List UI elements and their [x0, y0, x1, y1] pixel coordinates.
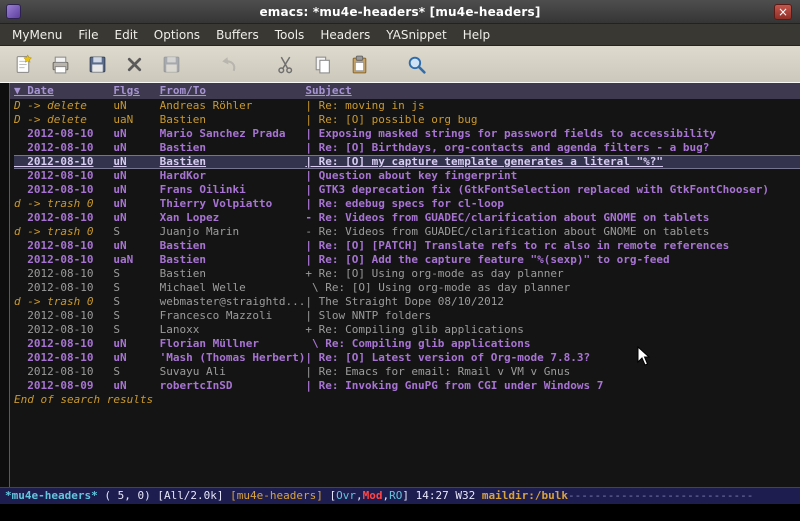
print-icon[interactable] [47, 51, 74, 78]
menu-item-help[interactable]: Help [455, 26, 498, 44]
menu-item-buffers[interactable]: Buffers [208, 26, 267, 44]
column-header-date[interactable]: ▼ Date [14, 84, 113, 98]
message-row[interactable]: D -> deleteuNAndreas Röhler| Re: moving … [14, 99, 800, 113]
message-row[interactable]: 2012-08-10SFrancesco Mazzoli| Slow NNTP … [14, 309, 800, 323]
buffer-area: ▼ Date Flgs From/To Subject D -> deleteu… [0, 83, 800, 487]
mode-line: *mu4e-headers* ( 5, 0) [All/2.0k] [mu4e-… [0, 487, 800, 504]
new-file-icon[interactable] [10, 51, 37, 78]
menu-item-yasnippet[interactable]: YASnippet [378, 26, 455, 44]
message-row[interactable]: 2012-08-10SSuvayu Ali| Re: Emacs for ema… [14, 365, 800, 379]
headers-buffer: ▼ Date Flgs From/To Subject D -> deleteu… [10, 83, 800, 487]
message-row[interactable]: 2012-08-09uNrobertcInSD| Re: Invoking Gn… [14, 379, 800, 393]
menu-item-headers[interactable]: Headers [312, 26, 378, 44]
scrollbar[interactable] [0, 83, 10, 487]
minibuffer[interactable] [0, 504, 800, 521]
message-row[interactable]: 2012-08-10uNFlorian Müllner \ Re: Compil… [14, 337, 800, 351]
message-row[interactable]: d -> trash 0Swebmaster@straightd...| The… [14, 295, 800, 309]
message-row[interactable]: 2012-08-10SBastien+ Re: [O] Using org-mo… [14, 267, 800, 281]
message-row[interactable]: 2012-08-10uNMario Sanchez Prada| Exposin… [14, 127, 800, 141]
message-row[interactable]: d -> trash 0uNThierry Volpiatto| Re: ede… [14, 197, 800, 211]
message-row[interactable]: 2012-08-10uNHardKor| Question about key … [14, 169, 800, 183]
message-row[interactable]: 2012-08-10uaNBastien| Re: [O] Add the ca… [14, 253, 800, 267]
cut-icon[interactable] [272, 51, 299, 78]
header-line: ▼ Date Flgs From/To Subject [10, 83, 800, 99]
message-row[interactable]: D -> deleteuaNBastien| Re: [O] possible … [14, 113, 800, 127]
close-buffer-icon[interactable] [121, 51, 148, 78]
menu-bar: MyMenuFileEditOptionsBuffersToolsHeaders… [0, 24, 800, 46]
message-list: D -> deleteuNAndreas Röhler| Re: moving … [10, 99, 800, 393]
column-header-from[interactable]: From/To [160, 84, 306, 98]
menu-item-options[interactable]: Options [146, 26, 208, 44]
save-as-icon[interactable] [158, 51, 185, 78]
emacs-window: emacs: *mu4e-headers* [mu4e-headers] × M… [0, 0, 800, 521]
message-row[interactable]: 2012-08-10SLanoxx+ Re: Compiling glib ap… [14, 323, 800, 337]
message-row[interactable]: 2012-08-10uNBastien| Re: [O] my capture … [14, 155, 800, 169]
message-row[interactable]: 2012-08-10uNFrans Oilinki| GTK3 deprecat… [14, 183, 800, 197]
message-row[interactable]: d -> trash 0SJuanjo Marin- Re: Videos fr… [14, 225, 800, 239]
toolbar [0, 46, 800, 83]
end-of-results: End of search results [10, 393, 800, 407]
menu-item-edit[interactable]: Edit [107, 26, 146, 44]
save-icon[interactable] [84, 51, 111, 78]
paste-icon[interactable] [346, 51, 373, 78]
message-row[interactable]: 2012-08-10uN'Mash (Thomas Herbert)| Re: … [14, 351, 800, 365]
close-button[interactable]: × [774, 4, 792, 20]
message-row[interactable]: 2012-08-10uNBastien| Re: [O] Birthdays, … [14, 141, 800, 155]
message-row[interactable]: 2012-08-10SMichael Welle \ Re: [O] Using… [14, 281, 800, 295]
search-icon[interactable] [403, 51, 430, 78]
copy-icon[interactable] [309, 51, 336, 78]
column-header-flags[interactable]: Flgs [113, 84, 159, 98]
column-header-subject[interactable]: Subject [305, 84, 800, 98]
menu-item-tools[interactable]: Tools [267, 26, 313, 44]
message-row[interactable]: 2012-08-10uNXan Lopez- Re: Videos from G… [14, 211, 800, 225]
window-title: emacs: *mu4e-headers* [mu4e-headers] [0, 5, 800, 19]
menu-item-file[interactable]: File [70, 26, 106, 44]
menu-item-mymenu[interactable]: MyMenu [4, 26, 70, 44]
undo-icon[interactable] [215, 51, 242, 78]
title-bar[interactable]: emacs: *mu4e-headers* [mu4e-headers] × [0, 0, 800, 24]
message-row[interactable]: 2012-08-10uNBastien| Re: [O] [PATCH] Tra… [14, 239, 800, 253]
